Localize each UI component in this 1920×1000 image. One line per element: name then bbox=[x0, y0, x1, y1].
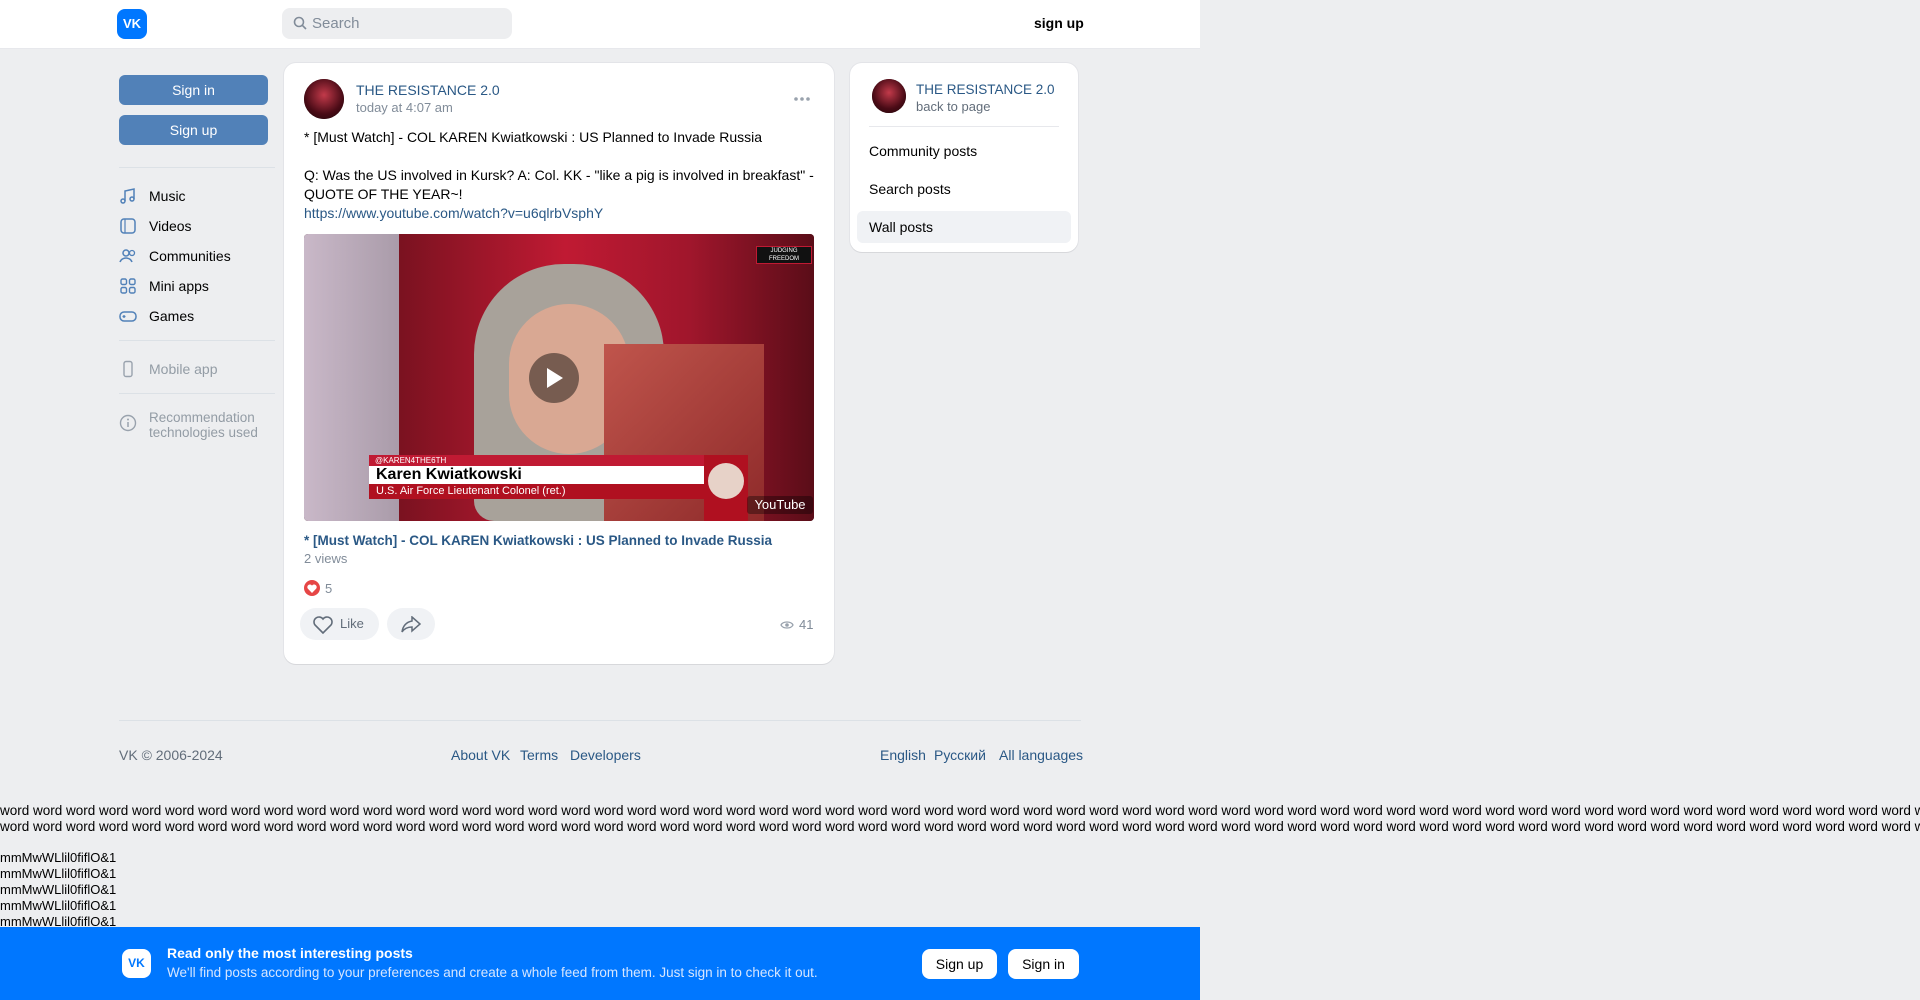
search-placeholder: Search bbox=[312, 15, 360, 32]
footer-divider bbox=[119, 720, 1081, 721]
filler-text: word word word word word word word word … bbox=[0, 803, 1920, 835]
video-title[interactable]: * [Must Watch] - COL KAREN Kwiatkowski :… bbox=[304, 533, 772, 548]
view-count: 41 bbox=[799, 617, 814, 632]
vk-logo[interactable]: VK bbox=[117, 9, 147, 39]
sidebar-item-label: Mobile app bbox=[149, 361, 218, 377]
info-icon bbox=[119, 414, 137, 432]
sidebar-divider bbox=[119, 393, 275, 394]
recommendation-label: Recommendation technologies used bbox=[149, 410, 258, 440]
search-posts-link[interactable]: Search posts bbox=[857, 173, 1071, 205]
like-label: Like bbox=[340, 616, 364, 631]
video-name: Karen Kwiatkowski bbox=[369, 466, 709, 484]
like-button[interactable]: Like bbox=[300, 608, 379, 640]
panel-divider bbox=[869, 126, 1059, 127]
video-logo-portrait bbox=[708, 463, 744, 499]
video-handle: @KAREN4THE6TH bbox=[369, 455, 704, 466]
banner-subtitle: We'll find posts according to your prefe… bbox=[167, 965, 818, 980]
recommendation-info[interactable]: Recommendation technologies used bbox=[119, 410, 279, 446]
author-avatar[interactable] bbox=[304, 79, 344, 119]
video-logo-box bbox=[704, 455, 748, 521]
sign-up-button[interactable]: Sign up bbox=[119, 115, 268, 145]
banner-sign-in-button[interactable]: Sign in bbox=[1008, 949, 1079, 979]
group-avatar[interactable] bbox=[872, 79, 906, 113]
sidebar-item-label: Videos bbox=[149, 218, 192, 234]
video-player[interactable]: JUDGING FREEDOM @KAREN4THE6TH Karen Kwia… bbox=[304, 234, 814, 521]
heart-icon bbox=[307, 584, 317, 593]
phone-icon bbox=[123, 360, 133, 378]
filler-line: word word word word word word word word … bbox=[0, 819, 1920, 834]
russian-link[interactable]: Русский bbox=[934, 747, 986, 763]
post-time[interactable]: today at 4:07 am bbox=[356, 100, 453, 115]
english-link[interactable]: English bbox=[880, 747, 926, 763]
sign-up-link[interactable]: sign up bbox=[1034, 15, 1084, 31]
video-source: YouTube bbox=[747, 496, 813, 514]
search-input[interactable]: Search bbox=[282, 8, 512, 39]
post-text-line: QUOTE OF THE YEAR~! bbox=[304, 186, 463, 202]
banner-sign-up-button[interactable]: Sign up bbox=[922, 949, 997, 979]
filler-mm-line: mmMwWLlil0fiflO&1 bbox=[0, 850, 117, 865]
gamepad-icon bbox=[119, 311, 137, 322]
about-link[interactable]: About VK bbox=[451, 747, 510, 763]
terms-link[interactable]: Terms bbox=[520, 747, 558, 763]
wall-posts-link[interactable]: Wall posts bbox=[857, 211, 1071, 243]
filler-line: word word word word word word word word … bbox=[0, 803, 1920, 818]
filler-mm-line: mmMwWLlil0fiflO&1 bbox=[0, 898, 117, 913]
sidebar-divider bbox=[119, 167, 275, 168]
play-button[interactable] bbox=[529, 353, 579, 403]
reaction-heart[interactable] bbox=[304, 580, 320, 596]
signup-banner: VK Read only the most interesting posts … bbox=[0, 927, 1200, 1000]
top-bar: VK Search sign up bbox=[0, 0, 1200, 49]
users-icon bbox=[119, 249, 136, 263]
all-languages-link[interactable]: All languages bbox=[999, 747, 1083, 763]
filler-mm-line: mmMwWLlil0fiflO&1 bbox=[0, 866, 117, 881]
post-text-line: Q: Was the US involved in Kursk? A: Col.… bbox=[304, 167, 814, 183]
share-icon bbox=[401, 616, 421, 633]
sign-in-button[interactable]: Sign in bbox=[119, 75, 268, 105]
banner-title: Read only the most interesting posts bbox=[167, 945, 413, 961]
eye-icon bbox=[780, 621, 794, 629]
search-icon bbox=[293, 16, 307, 30]
copyright: VK © 2006-2024 bbox=[119, 747, 223, 763]
video-icon bbox=[120, 218, 136, 234]
video-views: 2 views bbox=[304, 551, 348, 566]
music-icon bbox=[120, 188, 135, 204]
post-author[interactable]: THE RESISTANCE 2.0 bbox=[356, 82, 500, 98]
more-icon[interactable] bbox=[793, 96, 811, 102]
sidebar-divider bbox=[119, 340, 275, 341]
post-text-line: * [Must Watch] - COL KAREN Kwiatkowski :… bbox=[304, 129, 763, 145]
back-to-page-link[interactable]: back to page bbox=[916, 99, 990, 114]
play-icon bbox=[547, 368, 563, 388]
share-button[interactable] bbox=[387, 608, 435, 640]
video-subtitle: U.S. Air Force Lieutenant Colonel (ret.) bbox=[369, 484, 709, 499]
filler-mm-line: mmMwWLlil0fiflO&1 bbox=[0, 882, 117, 897]
developers-link[interactable]: Developers bbox=[570, 747, 641, 763]
sidebar-item-label: Music bbox=[149, 188, 186, 204]
video-corner-badge: JUDGING FREEDOM bbox=[756, 246, 812, 264]
community-posts-link[interactable]: Community posts bbox=[857, 135, 1071, 167]
group-name[interactable]: THE RESISTANCE 2.0 bbox=[916, 82, 1055, 97]
sidebar-item-label: Mini apps bbox=[149, 278, 209, 294]
reaction-count: 5 bbox=[325, 581, 333, 596]
like-icon bbox=[313, 616, 333, 634]
banner-vk-logo: VK bbox=[122, 949, 151, 978]
post-link[interactable]: https://www.youtube.com/watch?v=u6qlrbVs… bbox=[304, 204, 824, 223]
sidebar-item-label: Games bbox=[149, 308, 195, 324]
sidebar-item-label: Communities bbox=[149, 248, 231, 264]
apps-icon bbox=[120, 278, 136, 294]
